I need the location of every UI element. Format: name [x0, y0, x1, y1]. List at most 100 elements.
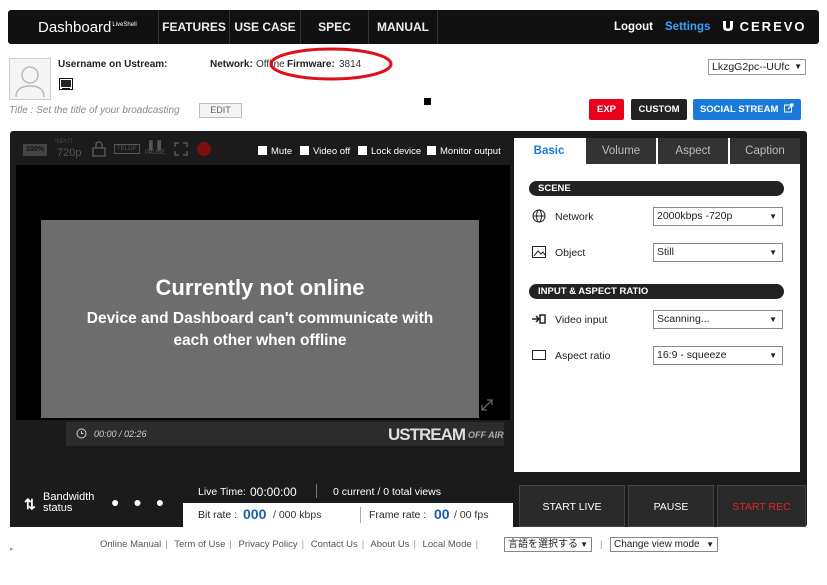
title-label: Title :	[9, 105, 34, 116]
start-live-button[interactable]: START LIVE	[519, 485, 625, 527]
telop-button[interactable]: TELOP	[114, 144, 140, 154]
object-row-label: Object	[555, 247, 586, 259]
object-select-value: Still	[657, 246, 674, 258]
custom-button[interactable]: CUSTOM	[631, 99, 687, 120]
footer-separator: |	[361, 539, 365, 550]
checkbox-box	[258, 146, 267, 155]
logout-link[interactable]: Logout	[614, 21, 653, 33]
object-select[interactable]: Still	[653, 243, 783, 262]
fullscreen-icon[interactable]	[174, 142, 188, 159]
footer-link-about-us[interactable]: About Us	[370, 539, 409, 550]
logo-superscript: LiveShell	[112, 22, 137, 28]
tab-basic[interactable]: Basic	[514, 138, 584, 164]
lock-device-checkbox[interactable]: Lock device	[358, 146, 421, 157]
checkbox-box	[300, 146, 309, 155]
bandwidth-label: Bandwidth status	[43, 492, 94, 514]
globe-icon	[532, 209, 546, 223]
channel-select[interactable]: LkzgG2pc--UUfc ▼	[708, 59, 806, 75]
record-indicator-icon	[197, 142, 211, 156]
lock-icon[interactable]	[92, 141, 106, 160]
lock-device-label: Lock device	[371, 146, 422, 157]
nav-manual[interactable]: MANUAL	[368, 10, 438, 44]
tab-aspect[interactable]: Aspect	[658, 138, 728, 164]
channel-select-value: LkzgG2pc--UUfc	[712, 61, 790, 73]
bandwidth-arrows-icon: ⇅	[24, 496, 36, 512]
footer-links: Online Manual | Term of Use | Privacy Poli…	[100, 539, 482, 550]
playback-time: 00:00 / 02:26	[94, 429, 147, 439]
input-label: INPUT	[55, 139, 73, 145]
cursor-marker	[424, 98, 431, 105]
language-select[interactable]: 言語を選択する ▼	[504, 537, 592, 552]
settings-link[interactable]: Settings	[665, 21, 710, 33]
user-avatar-icon	[15, 66, 45, 98]
framerate-value: 00	[434, 506, 450, 522]
annotation-circle	[269, 47, 393, 81]
footer-separator: |	[229, 539, 232, 550]
footer-link-term-of-use[interactable]: Term of Use	[174, 539, 225, 550]
nav-features[interactable]: FEATURES	[158, 10, 229, 44]
cerevo-logo-icon	[723, 21, 733, 31]
view-mode-select-value: Change view mode	[614, 539, 700, 550]
cerevo-text: CEREVO	[739, 19, 807, 34]
tab-volume[interactable]: Volume	[586, 138, 656, 164]
ustream-logo-icon[interactable]	[59, 78, 73, 90]
mute-checkbox[interactable]: Mute	[258, 146, 292, 157]
input-icon	[532, 313, 546, 327]
network-select[interactable]: 2000kbps -720p	[653, 207, 783, 226]
bandwidth-dots: ● ● ●	[111, 494, 170, 510]
avatar[interactable]	[9, 58, 51, 100]
view-mode-select[interactable]: Change view mode ▼	[610, 537, 718, 552]
video-input-select[interactable]: Scanning...	[653, 310, 783, 329]
pause-toggle-label: PAUSE	[145, 150, 165, 156]
checkbox-box	[427, 146, 436, 155]
title-value: Set the title of your broadcasting	[36, 105, 180, 116]
scene-heading: SCENE	[529, 181, 784, 196]
offline-line-2: each other when offline	[173, 332, 347, 349]
offline-title: Currently not online	[155, 275, 365, 300]
aspect-ratio-select-value: 16:9 - squeeze	[657, 349, 727, 361]
monitor-output-checkbox[interactable]: Monitor output	[427, 146, 501, 157]
bitrate-row: Bit rate : 000 / 000 kbps Frame rate : 0…	[183, 503, 513, 527]
framerate-unit: / 00 fps	[454, 509, 489, 521]
footer-separator: |	[413, 539, 416, 550]
network-label: Network:	[210, 59, 253, 70]
external-link-icon	[784, 103, 794, 113]
input-aspect-heading: INPUT & ASPECT RATIO	[529, 284, 784, 299]
aspect-ratio-select[interactable]: 16:9 - squeeze	[653, 346, 783, 365]
pause-toggle[interactable]: ❚❚ PAUSE	[145, 140, 165, 157]
social-stream-button[interactable]: SOCIAL STREAM	[693, 99, 801, 120]
tab-caption[interactable]: Caption	[730, 138, 800, 164]
views-count: 0 current / 0 total views	[333, 486, 441, 498]
zoom-badge[interactable]: 100%	[23, 144, 47, 156]
offline-line-1: Device and Dashboard can't communicate w…	[86, 310, 434, 327]
language-select-value: 言語を選択する	[508, 539, 578, 550]
ustream-badge-icon	[59, 78, 73, 90]
expand-icon[interactable]	[480, 398, 494, 415]
footer-link-local-mode[interactable]: Local Mode	[423, 539, 472, 550]
bandwidth-status: ⇅ Bandwidth status ● ● ●	[10, 482, 182, 527]
chevron-down-icon: ▼	[706, 540, 714, 549]
video-off-label: Video off	[313, 146, 351, 157]
divider	[360, 507, 361, 523]
video-off-checkbox[interactable]: Video off	[300, 146, 350, 157]
dashboard-logo[interactable]: DashboardLiveShell	[38, 19, 137, 36]
footer-bullet: ▸	[10, 546, 14, 553]
nav-spec[interactable]: SPEC	[300, 10, 368, 44]
footer-link-privacy-policy[interactable]: Privacy Policy	[239, 539, 298, 550]
clock-icon	[76, 428, 87, 442]
exp-button[interactable]: EXP	[589, 99, 624, 120]
nav-use-case[interactable]: USE CASE	[229, 10, 300, 44]
cerevo-brand[interactable]: CEREVO	[722, 19, 807, 34]
chevron-down-icon: ▼	[580, 540, 588, 549]
live-time-row: Live Time: 00:00:00 0 current / 0 total …	[183, 482, 513, 503]
network-row-label: Network	[555, 211, 594, 223]
pause-button[interactable]: PAUSE	[628, 485, 714, 527]
pause-icon: ❚❚	[146, 140, 164, 151]
edit-title-button[interactable]: EDIT	[199, 103, 242, 118]
start-rec-button[interactable]: START REC	[717, 485, 806, 527]
aspect-ratio-row-label: Aspect ratio	[555, 350, 611, 362]
video-input-select-value: Scanning...	[657, 313, 710, 325]
footer-link-contact-us[interactable]: Contact Us	[311, 539, 358, 550]
footer-link-online-manual[interactable]: Online Manual	[100, 539, 161, 550]
divider	[316, 484, 317, 498]
